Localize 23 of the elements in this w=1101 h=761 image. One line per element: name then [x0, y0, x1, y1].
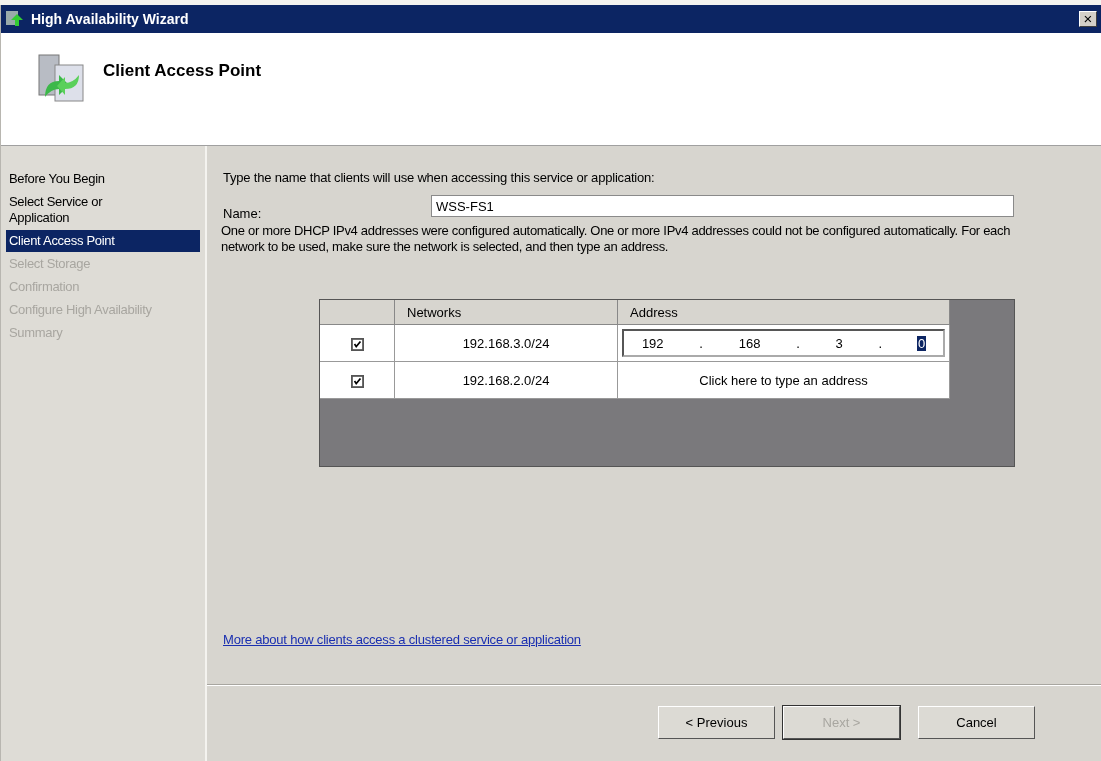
table-cell: 192.168.2.0/24: [394, 361, 618, 399]
close-button[interactable]: ×: [1079, 11, 1097, 27]
address-cell[interactable]: Click here to type an address: [617, 361, 950, 399]
name-label: Name:: [223, 206, 263, 221]
server-arrows-icon: [35, 53, 87, 105]
table-cell: 192.168.3.0/24: [394, 324, 618, 362]
checkbox[interactable]: [350, 374, 364, 388]
column-header: Address: [617, 300, 950, 325]
column-header: Networks: [394, 300, 618, 325]
checkbox[interactable]: [350, 337, 364, 351]
ip-address-field[interactable]: 192 . 168 . 3 . 0: [622, 329, 945, 357]
wizard-button[interactable]: Cancel: [918, 706, 1035, 739]
page-title: Client Access Point: [103, 61, 262, 81]
wizard-step[interactable]: Select Service or Application: [6, 191, 200, 229]
help-link[interactable]: More about how clients access a clustered service or application: [223, 632, 581, 647]
name-field[interactable]: WSS-FS1: [431, 195, 1014, 217]
wizard-step[interactable]: Before You Begin: [6, 168, 200, 190]
wizard-step[interactable]: Client Access Point: [6, 230, 200, 252]
window-title: High Availability Wizard: [31, 11, 190, 27]
wizard-button[interactable]: < Previous: [658, 706, 775, 739]
instruction-text: Type the name that clients will use when accessing this service or application:: [223, 170, 656, 185]
wizard-icon: [5, 10, 25, 28]
info-message: One or more DHCP IPv4 addresses were configured automatically. One or more IPv4 addresses could not be configured automatically. For each network to be used, make sure the network is selected, and then type an address.: [221, 223, 1012, 255]
